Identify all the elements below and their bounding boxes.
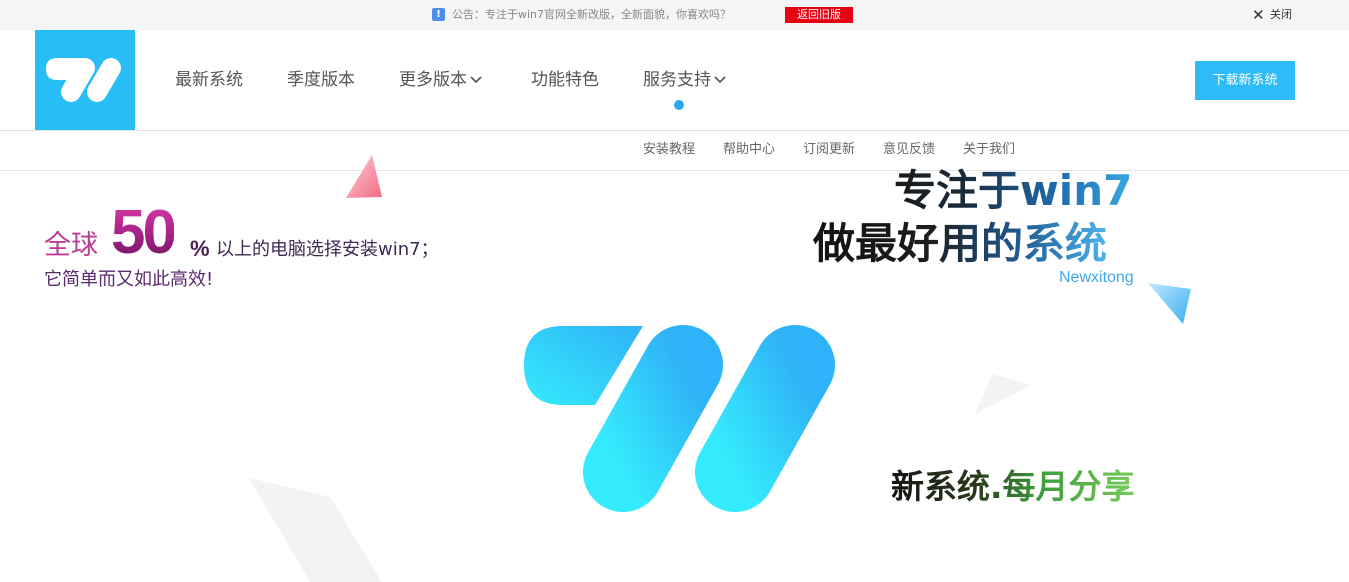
grey-shape-decoration [249, 478, 382, 582]
grey-triangle-decoration [975, 374, 1031, 414]
slogan-line3: 新系统.每月分享 [891, 467, 1135, 506]
hero-logo-mark-icon [524, 325, 835, 512]
hero-line2-text: 它简单而又如此高效! [44, 269, 214, 290]
hero-percent-sign: % [190, 236, 210, 261]
slogan-english: Newxitong [1059, 269, 1134, 286]
slogan-line2: 做最好用的系统 [813, 219, 1108, 268]
hero-percent-value: 50 [111, 198, 177, 267]
hero-prefix: 全球 [44, 230, 98, 261]
blue-triangle-decoration [1148, 283, 1191, 324]
pink-triangle-decoration [346, 155, 382, 198]
hero-line1-text: 以上的电脑选择安装win7； [216, 239, 439, 260]
slogan-line1: 专注于win7 [894, 166, 1133, 215]
